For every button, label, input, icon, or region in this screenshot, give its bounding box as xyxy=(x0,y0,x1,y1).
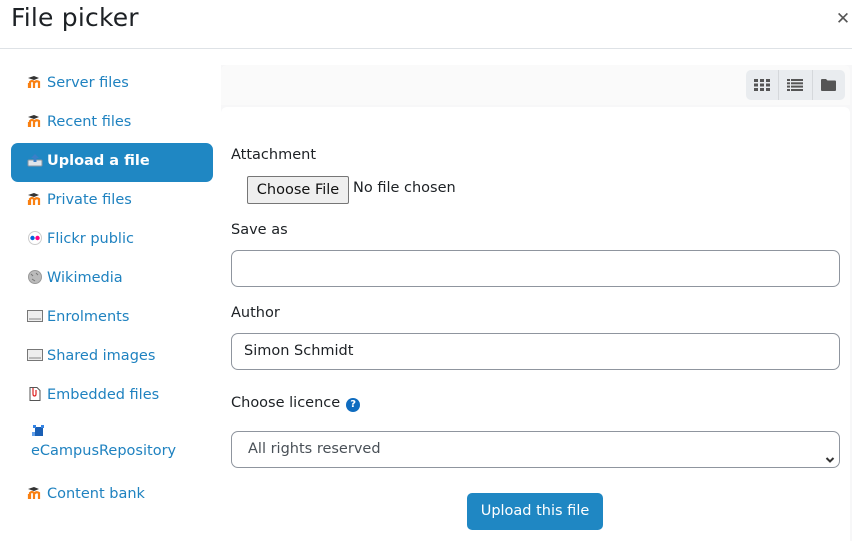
help-icon[interactable]: ? xyxy=(346,398,361,412)
upload-this-file-button[interactable]: Upload this file xyxy=(467,493,603,530)
repository-icon xyxy=(27,348,43,362)
ecampus-icon xyxy=(32,424,48,438)
save-as-label: Save as xyxy=(231,222,288,238)
tree-view-button[interactable] xyxy=(813,70,845,100)
sidebar-item-upload-a-file[interactable]: Upload a file xyxy=(11,143,213,182)
sidebar-item-label: Shared images xyxy=(47,348,156,364)
file-status: No file chosen xyxy=(353,180,456,196)
moodle-icon xyxy=(27,486,43,500)
licence-label: Choose licence xyxy=(231,395,341,411)
wikimedia-icon xyxy=(27,270,43,284)
list-icon xyxy=(787,76,804,95)
sidebar-item-label: Upload a file xyxy=(47,153,150,169)
moodle-icon xyxy=(27,75,43,89)
dialog-header: File picker ✕ xyxy=(0,0,852,49)
sidebar-item-private-files[interactable]: Private files xyxy=(11,182,213,221)
attachment-label: Attachment xyxy=(231,147,317,163)
licence-selected-value: All rights reserved xyxy=(248,441,381,457)
dialog-title: File picker xyxy=(11,3,139,32)
sidebar-item-label: Private files xyxy=(47,192,132,208)
sidebar-item-shared-images[interactable]: Shared images xyxy=(11,338,213,377)
chevron-down-icon xyxy=(825,444,835,463)
icons-view-button[interactable] xyxy=(746,70,780,100)
grid-icon xyxy=(754,76,771,95)
repository-icon xyxy=(27,309,43,323)
choose-file-button[interactable]: Choose File xyxy=(247,176,349,204)
embedded-files-icon xyxy=(27,387,43,401)
sidebar-item-server-files[interactable]: Server files xyxy=(11,65,213,104)
sidebar-item-label: Wikimedia xyxy=(47,270,123,286)
close-icon[interactable]: ✕ xyxy=(835,10,851,28)
list-view-button[interactable] xyxy=(779,70,813,100)
sidebar-item-enrolments[interactable]: Enrolments xyxy=(11,299,213,338)
sidebar-item-label: Server files xyxy=(47,75,129,91)
repository-sidebar: Server files Recent files Upload a file … xyxy=(11,65,213,515)
author-label: Author xyxy=(231,305,280,321)
sidebar-item-wikimedia[interactable]: Wikimedia xyxy=(11,260,213,299)
upload-icon xyxy=(27,153,43,167)
licence-select[interactable]: All rights reserved xyxy=(231,431,840,468)
sidebar-item-label: eCampusRepository xyxy=(31,443,177,459)
moodle-icon xyxy=(27,192,43,206)
sidebar-item-recent-files[interactable]: Recent files xyxy=(11,104,213,143)
sidebar-item-label: Flickr public xyxy=(47,231,134,247)
sidebar-item-flickr-public[interactable]: Flickr public xyxy=(11,221,213,260)
sidebar-item-label: Embedded files xyxy=(47,387,160,403)
upload-panel xyxy=(221,107,850,541)
sidebar-item-label: Recent files xyxy=(47,114,132,130)
sidebar-item-label: Content bank xyxy=(47,486,145,502)
sidebar-item-ecampus-repository[interactable]: eCampusRepository xyxy=(11,416,213,476)
save-as-input[interactable] xyxy=(231,250,840,287)
author-input[interactable]: Simon Schmidt xyxy=(231,333,840,370)
moodle-icon xyxy=(27,114,43,128)
folder-icon xyxy=(821,76,837,95)
view-switcher xyxy=(746,70,845,100)
sidebar-item-label: Enrolments xyxy=(47,309,130,325)
licence-label-row: Choose licence? xyxy=(231,395,361,412)
sidebar-item-embedded-files[interactable]: Embedded files xyxy=(11,377,213,416)
flickr-icon xyxy=(27,231,43,245)
sidebar-item-content-bank[interactable]: Content bank xyxy=(11,476,213,515)
